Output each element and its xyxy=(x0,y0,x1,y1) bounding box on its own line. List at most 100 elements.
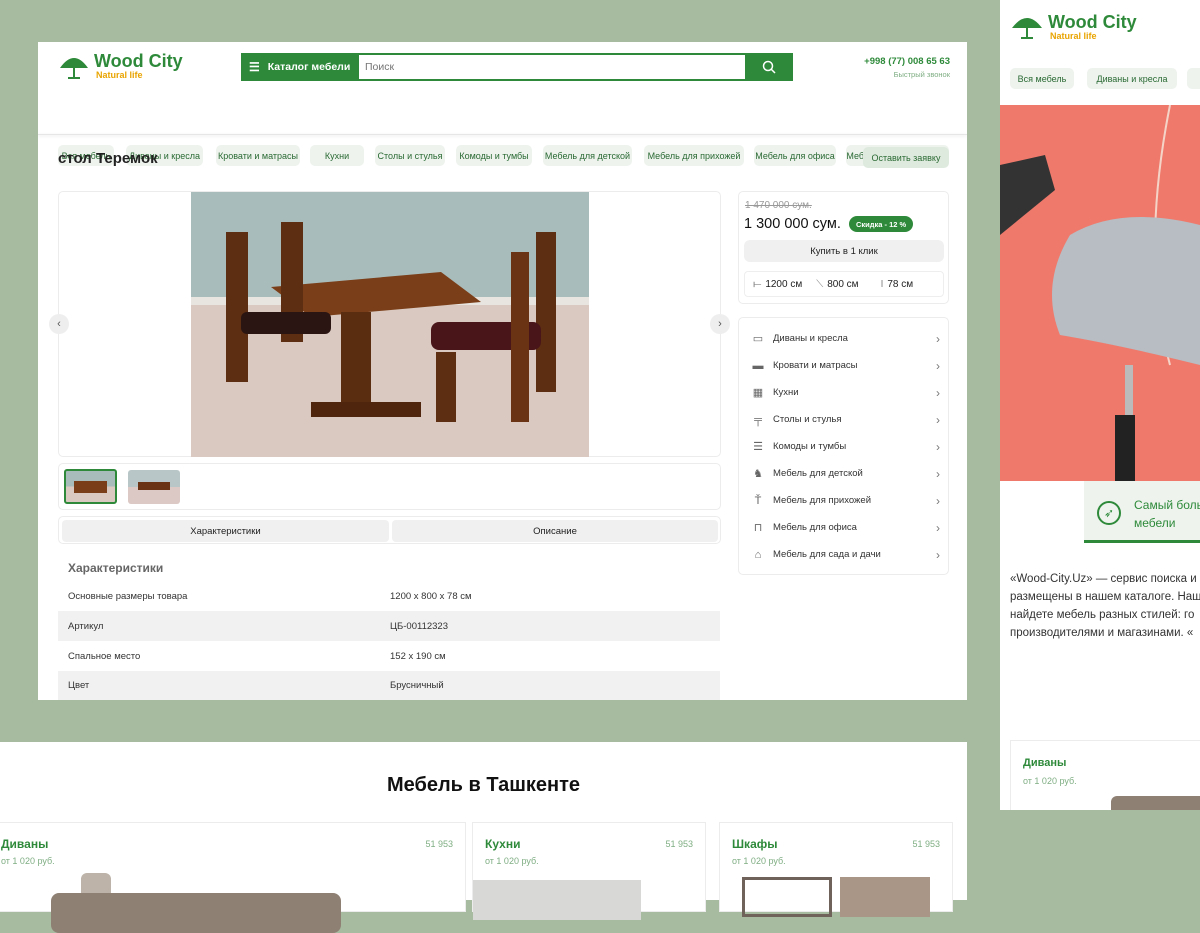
search-button[interactable] xyxy=(745,60,793,74)
chevron-right-icon: › xyxy=(936,385,940,400)
garden-icon: ⌂ xyxy=(754,548,762,561)
kitchen-icon: ▦ xyxy=(752,387,764,399)
chevron-right-icon: › xyxy=(936,412,940,427)
nav-chip[interactable]: Вся мебель xyxy=(1010,68,1074,89)
tree-logo-icon xyxy=(60,58,88,79)
chevron-right-icon: › xyxy=(936,466,940,481)
nav-chip[interactable]: Кровати и матрасы xyxy=(216,145,300,166)
logo[interactable]: Wood City Natural life xyxy=(1010,12,1137,42)
brand-name: Wood City xyxy=(1048,12,1137,32)
nav-chip[interactable]: Диваны и кресла xyxy=(1087,68,1177,89)
card-price: от 1 020 руб. xyxy=(1023,776,1077,786)
divider xyxy=(38,134,967,135)
category-label: Столы и стулья xyxy=(773,414,842,425)
chevron-right-icon: › xyxy=(936,493,940,508)
chevron-right-icon: › xyxy=(936,439,940,454)
section-title: Мебель в Ташкенте xyxy=(386,774,581,796)
chevron-right-icon: › xyxy=(936,358,940,373)
brand-tagline: Natural life xyxy=(1050,31,1097,41)
category-label: Мебель для сада и дачи xyxy=(773,549,881,560)
nav-chip[interactable]: Мебель для офиса xyxy=(754,145,836,166)
card-count: 51 953 xyxy=(665,839,693,849)
card-name: Диваны xyxy=(1023,757,1067,769)
nav-chip[interactable]: Мебель для прихожей xyxy=(644,145,744,166)
card-price: от 1 020 руб. xyxy=(732,856,786,866)
category-label: Мебель для детской xyxy=(773,468,863,479)
catalog-label: Каталог мебели xyxy=(267,61,351,73)
bed-icon: ▬ xyxy=(752,359,764,372)
spec-value: Брусничный xyxy=(390,680,444,691)
width-icon: ⟝ xyxy=(753,278,762,290)
next-arrow-button[interactable]: › xyxy=(710,314,730,334)
category-item[interactable]: ☰ Комоды и тумбы › xyxy=(751,433,940,460)
feature-text: Самый боль мебели xyxy=(1134,498,1200,530)
category-item[interactable]: ▬ Кровати и матрасы › xyxy=(751,352,941,379)
category-item[interactable]: ▭ Диваны и кресла › xyxy=(751,325,940,352)
nav-chip[interactable]: Комоды и тумбы xyxy=(456,145,532,166)
catalog-button[interactable]: ☰ Каталог мебели xyxy=(241,60,359,74)
sofa-image xyxy=(1111,796,1200,810)
chevron-right-icon: › xyxy=(936,331,940,346)
category-item[interactable]: Ť Мебель для прихожей › xyxy=(751,487,940,514)
card-count: 51 953 xyxy=(425,839,453,849)
category-item[interactable]: ♞ Мебель для детской › xyxy=(751,460,940,487)
card-count: 51 953 xyxy=(912,839,940,849)
table-row: Артикул ЦБ-00112323 xyxy=(58,611,720,641)
specs-heading: Характеристики xyxy=(68,561,164,575)
chair-image xyxy=(1000,105,1200,481)
category-item[interactable]: ╤ Столы и стулья › xyxy=(751,406,940,433)
tabs: Характеристики Описание xyxy=(58,516,721,544)
tab-description[interactable]: Описание xyxy=(392,520,718,542)
logo[interactable]: Wood City Natural life xyxy=(58,52,183,80)
category-item[interactable]: ⌂ Мебель для сада и дачи › xyxy=(751,541,940,568)
nav-chip[interactable]: Кухни xyxy=(310,145,364,166)
table-row: Основные размеры товара 1200 x 800 x 78 с… xyxy=(58,581,720,611)
category-card[interactable]: Шкафы 51 953 от 1 020 руб. xyxy=(719,822,953,917)
about-text: «Wood-City.Uz» — сервис поиска и размеще… xyxy=(1010,573,1200,639)
chevron-right-icon: › xyxy=(936,547,940,562)
feature-banner: ➶ Самый боль мебели xyxy=(1084,481,1200,543)
nav-chip[interactable] xyxy=(1187,68,1200,89)
current-price: 1 300 000 сум. xyxy=(744,216,841,232)
prev-arrow-button[interactable]: ‹ xyxy=(49,314,69,334)
category-label: Комоды и тумбы xyxy=(773,441,847,452)
chevron-right-icon: › xyxy=(936,520,940,535)
request-button[interactable]: Оставить заявку xyxy=(863,147,949,168)
buy-one-click-button[interactable]: Купить в 1 клик xyxy=(744,240,944,262)
spec-name: Цвет xyxy=(68,680,90,691)
tab-characteristics[interactable]: Характеристики xyxy=(62,520,389,542)
homepage-panel: Wood City Natural life Вся мебель Диваны … xyxy=(1000,0,1200,810)
nav-chip[interactable]: Мебель для детской xyxy=(543,145,632,166)
depth-value: 800 см xyxy=(827,278,859,290)
category-label: Кровати и матрасы xyxy=(773,360,858,371)
category-card[interactable]: Кухни 51 953 от 1 020 руб. xyxy=(472,822,706,920)
category-card[interactable]: Диваны 51 953 от 1 020 руб. xyxy=(0,822,466,933)
table-row: Спальное место 152 x 190 см xyxy=(58,641,720,671)
card-price: от 1 020 руб. xyxy=(1,856,55,866)
category-label: Диваны и кресла xyxy=(773,333,848,344)
card-name: Кухни xyxy=(485,837,521,851)
search-input[interactable] xyxy=(359,55,745,79)
nav-chip[interactable]: Столы и стулья xyxy=(375,145,445,166)
thumbnail-active[interactable] xyxy=(64,469,117,504)
hero-banner xyxy=(1000,105,1200,481)
image-gallery: ‹ › xyxy=(49,191,730,457)
page-title: стол Теремок xyxy=(58,150,158,167)
category-item[interactable]: ⊓ Мебель для офиса › xyxy=(751,514,940,541)
width-value: 1200 см xyxy=(765,278,803,290)
menu-icon: ☰ xyxy=(249,60,260,74)
rocking-horse-icon: ♞ xyxy=(753,468,763,480)
brand-name: Wood City xyxy=(94,51,183,71)
callback-link[interactable]: Быстрый звонок xyxy=(864,70,950,79)
coat-rack-icon: Ť xyxy=(754,494,762,507)
category-card[interactable]: Диваны от 1 020 руб. xyxy=(1010,740,1200,810)
thumbnail[interactable] xyxy=(128,470,180,504)
card-name: Диваны xyxy=(1,837,49,851)
category-item[interactable]: ▦ Кухни › xyxy=(751,379,940,406)
phone-number[interactable]: +998 (77) 008 65 63 xyxy=(864,56,950,67)
card-name: Шкафы xyxy=(732,837,778,851)
brand-tagline: Natural life xyxy=(96,70,143,80)
thumbnail-strip xyxy=(58,463,721,510)
spec-name: Артикул xyxy=(68,620,104,632)
kitchen-image xyxy=(473,880,641,920)
